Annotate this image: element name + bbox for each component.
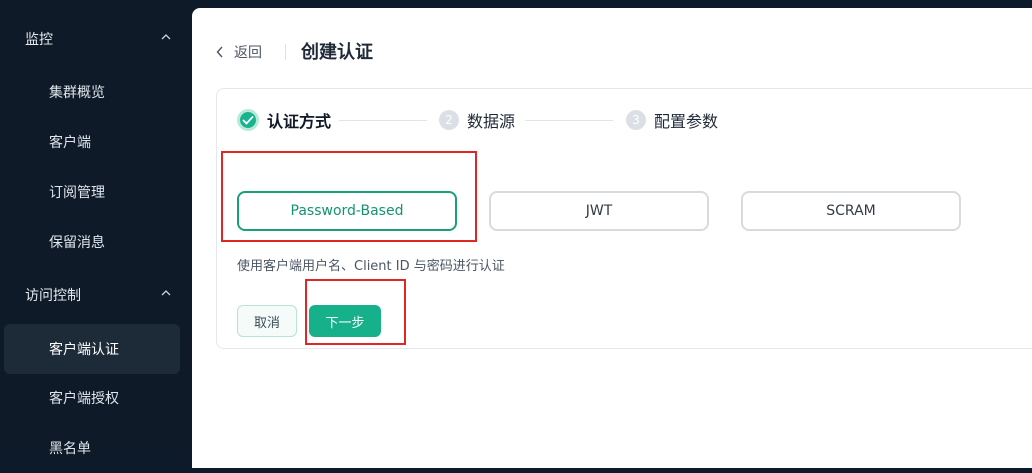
- step-number: 3: [626, 110, 646, 130]
- option-jwt[interactable]: JWT: [489, 191, 709, 231]
- check-icon: [237, 109, 259, 131]
- step-label: 认证方式: [267, 112, 332, 131]
- chevron-left-icon: [216, 46, 223, 58]
- step-data-source: 2 数据源: [439, 107, 515, 133]
- create-auth-card: 认证方式 2 数据源 3 配置参数 Password-Based JWT SCR…: [216, 88, 1032, 349]
- option-password-based[interactable]: Password-Based: [237, 191, 457, 231]
- step-connector: [339, 120, 427, 121]
- main-panel: 返回 创建认证 认证方式 2 数据源 3 配置参数 Password-Based…: [192, 8, 1032, 468]
- page-title: 创建认证: [301, 42, 373, 63]
- sidebar-item-client-authentication[interactable]: 客户端认证: [4, 324, 180, 374]
- cancel-button[interactable]: 取消: [237, 305, 297, 337]
- sidebar-item-label: 黑名单: [49, 441, 91, 457]
- sidebar-item-subscriptions[interactable]: 订阅管理: [4, 167, 180, 217]
- step-auth-method: 认证方式: [237, 107, 331, 133]
- back-label: 返回: [234, 45, 262, 61]
- sidebar-item-clients[interactable]: 客户端: [4, 117, 180, 167]
- sidebar-item-retained-messages[interactable]: 保留消息: [4, 217, 180, 267]
- sidebar-item-label: 保留消息: [49, 235, 105, 251]
- sidebar-item-label: 客户端: [49, 135, 91, 151]
- header-divider: [285, 44, 286, 60]
- step-config-params: 3 配置参数: [626, 107, 718, 133]
- sidebar-group-label: 访问控制: [25, 288, 81, 304]
- sidebar: 监控 集群概览 客户端 订阅管理 保留消息 访问控制 客户端认证 客户端授权 黑…: [0, 0, 192, 457]
- sidebar-item-client-authorization[interactable]: 客户端授权: [4, 373, 180, 423]
- chevron-up-icon: [161, 290, 171, 296]
- step-connector: [525, 120, 613, 121]
- chevron-up-icon: [161, 34, 171, 40]
- next-button[interactable]: 下一步: [309, 305, 381, 337]
- sidebar-item-label: 客户端认证: [49, 342, 119, 358]
- sidebar-item-cluster-overview[interactable]: 集群概览: [4, 67, 180, 117]
- sidebar-item-label: 客户端授权: [49, 391, 119, 407]
- sidebar-group-access-control[interactable]: 访问控制: [0, 275, 192, 315]
- step-label: 配置参数: [654, 112, 719, 131]
- sidebar-item-blacklist[interactable]: 黑名单: [4, 423, 180, 473]
- option-scram[interactable]: SCRAM: [741, 191, 961, 231]
- step-number: 2: [439, 110, 459, 130]
- sidebar-group-label: 监控: [25, 32, 53, 48]
- sidebar-item-label: 订阅管理: [49, 185, 105, 201]
- sidebar-item-label: 集群概览: [49, 85, 105, 101]
- sidebar-group-monitor[interactable]: 监控: [0, 19, 192, 59]
- option-description: 使用客户端用户名、Client ID 与密码进行认证: [237, 259, 505, 274]
- back-link[interactable]: 返回: [216, 40, 262, 64]
- step-label: 数据源: [467, 112, 516, 131]
